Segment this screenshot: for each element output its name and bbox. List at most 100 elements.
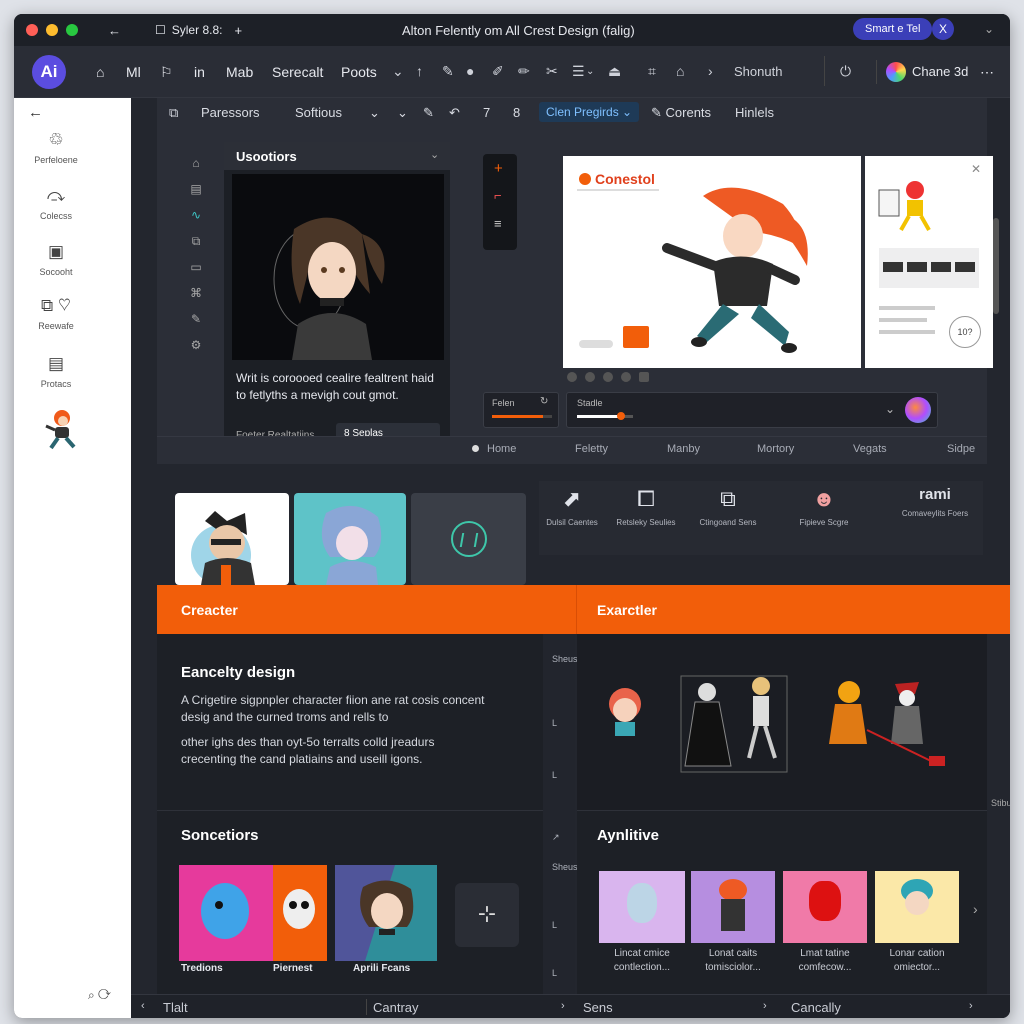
document-tab[interactable]: Syler 8.8: <box>172 23 223 37</box>
scrollbar-thumb[interactable] <box>993 218 999 314</box>
nav-vegats[interactable]: Vegats <box>853 443 887 455</box>
swatch-group[interactable] <box>879 248 979 288</box>
crop-icon[interactable]: ⌐ <box>494 188 502 203</box>
nav-sidpe[interactable]: Sidpe <box>947 443 975 455</box>
menu-item-serecalt[interactable]: Serecalt <box>272 64 323 80</box>
window-menu-icon[interactable]: ⌄ <box>984 22 994 36</box>
tab-corents[interactable]: ✎ Corents <box>651 105 711 121</box>
user-label[interactable]: Shonuth <box>734 64 782 79</box>
wave-icon[interactable]: ∿ <box>189 202 203 228</box>
sidebar-item-reewafe[interactable]: ⧉ ♡ Reewafe <box>14 296 98 331</box>
toolbar-item-softious[interactable]: Softious <box>295 105 342 120</box>
feature-comaveylits-foers[interactable]: rami Comaveylits Foers <box>897 486 973 518</box>
sidebar-item-colecss[interactable]: ⤼ Colecss <box>14 186 98 221</box>
panel-icon[interactable]: ⧉ <box>169 105 178 121</box>
bottom-item-cantray[interactable]: Cantray <box>373 1000 419 1015</box>
artboard-canvas[interactable]: Conestol <box>563 156 861 368</box>
page-dot[interactable] <box>603 372 613 382</box>
tab-hinlels[interactable]: Hinlels <box>735 105 774 120</box>
thumbnail-ninja[interactable] <box>175 493 289 585</box>
nav-mortory[interactable]: Mortory <box>757 443 794 455</box>
analytics-card[interactable] <box>691 871 775 943</box>
chevron-right-icon[interactable]: › <box>708 63 713 79</box>
page-dot[interactable] <box>621 372 631 382</box>
analytics-card[interactable] <box>599 871 685 943</box>
feature-ctingoand-sens[interactable]: ⧉ Ctingoand Sens <box>693 486 763 527</box>
bottom-item-sens[interactable]: Sens <box>583 1000 613 1015</box>
page-dot[interactable] <box>567 372 577 382</box>
menu-icon[interactable]: ≡ <box>494 216 502 231</box>
color-wheel-icon[interactable] <box>886 62 906 82</box>
nav-manby[interactable]: Manby <box>667 443 700 455</box>
home-icon[interactable]: ⌂ <box>96 64 104 80</box>
pen-icon[interactable]: ✎ <box>189 306 203 332</box>
scissors-icon[interactable]: ✂ <box>546 63 558 80</box>
menu-item-mab[interactable]: Mab <box>226 64 253 80</box>
menu-item-poots[interactable]: Poots <box>341 64 377 80</box>
toolbar-item-paressors[interactable]: Paressors <box>201 105 260 120</box>
section-header-exarctler[interactable]: Exarctler <box>597 602 657 618</box>
add-tab-button[interactable]: + <box>234 23 242 38</box>
session-tile-aprili-fcans[interactable] <box>335 865 437 961</box>
thumbnail-elf[interactable] <box>294 493 406 585</box>
vstrip-label[interactable]: L <box>552 920 557 930</box>
thumbnail-logo[interactable] <box>411 493 526 585</box>
expand-icon[interactable]: ↗ <box>552 832 560 843</box>
vstrip-label[interactable]: L <box>552 968 557 978</box>
chevron-down-icon[interactable]: ⌄ <box>392 63 404 80</box>
bucket-icon[interactable]: ⏏ <box>608 63 621 80</box>
layer-icon[interactable]: ▤ <box>189 176 203 202</box>
chevron-left-icon[interactable]: ‹ <box>141 1000 145 1012</box>
undo-icon[interactable]: ↶ <box>449 105 460 121</box>
nav-home[interactable]: Home <box>487 443 516 455</box>
chevron-right-icon[interactable]: › <box>561 1000 565 1012</box>
list-icon[interactable]: ☰ <box>572 63 585 80</box>
flag-icon[interactable]: ⚐ <box>160 64 173 81</box>
chevron-down-icon[interactable]: ⌄ <box>369 105 380 121</box>
settings-icon[interactable]: ⚙ <box>189 332 203 358</box>
menu-item-in[interactable]: in <box>194 64 205 80</box>
analytics-card[interactable] <box>875 871 959 943</box>
box-icon[interactable]: ▭ <box>189 254 203 280</box>
bottom-item-tlalt[interactable]: Tlalt <box>163 1000 188 1015</box>
copy-icon[interactable]: ⧉ <box>189 228 203 254</box>
menu-item-ml[interactable]: Ml <box>126 64 141 80</box>
toolbar-number-7[interactable]: 7 <box>483 105 490 120</box>
feature-fipieve-scgre[interactable]: ☻ Fipieve Scgre <box>789 486 859 527</box>
edit-icon[interactable]: ✎ <box>423 105 434 121</box>
slider-thumb[interactable] <box>617 412 625 420</box>
sidebar-item-socooht[interactable]: ▣ Socooht <box>14 242 98 277</box>
home-icon[interactable]: ⌂ <box>189 150 203 176</box>
bottom-item-cancally[interactable]: Cancally <box>791 1000 841 1015</box>
vstrip-edge-label[interactable]: Stibu <box>991 798 1010 808</box>
crop-icon[interactable]: ⌗ <box>648 63 656 80</box>
toolbar-number-8[interactable]: 8 <box>513 105 520 120</box>
more-icon[interactable]: ⋯ <box>980 64 994 81</box>
character-thumbnail[interactable] <box>42 408 82 452</box>
avatar[interactable] <box>905 397 931 423</box>
arrow-up-icon[interactable]: ↑ <box>416 63 423 79</box>
close-window-button[interactable] <box>26 24 38 36</box>
back-icon[interactable]: ← <box>28 104 43 121</box>
chevron-down-icon[interactable]: ⌄ <box>430 148 439 161</box>
pencil-icon[interactable]: ✏ <box>518 63 530 80</box>
vstrip-label[interactable]: Sheus <box>552 862 578 872</box>
power-icon[interactable]: ⏻ <box>840 63 851 80</box>
nav-feletty[interactable]: Feletty <box>575 443 608 455</box>
page-dot[interactable] <box>639 372 649 382</box>
chevron-right-icon[interactable]: › <box>973 901 978 917</box>
minimize-window-button[interactable] <box>46 24 58 36</box>
vstrip-label[interactable]: Sheus <box>552 654 578 664</box>
refresh-icon[interactable]: ↻ <box>540 396 548 407</box>
blob-brush-icon[interactable]: ● <box>466 63 474 79</box>
chevron-right-icon[interactable]: › <box>969 1000 973 1012</box>
analytics-card[interactable] <box>783 871 867 943</box>
account-label[interactable]: Chane 3d <box>912 64 968 79</box>
vstrip-label[interactable]: L <box>552 718 557 728</box>
chevron-down-icon[interactable]: ⌄ <box>885 402 895 416</box>
close-icon[interactable]: ✕ <box>971 162 981 176</box>
share-button[interactable]: Smart e Tel <box>853 18 933 40</box>
vstrip-label[interactable]: L <box>552 770 557 780</box>
chevron-down-icon[interactable]: ⌄ <box>586 66 594 77</box>
add-icon[interactable]: + <box>494 160 503 177</box>
